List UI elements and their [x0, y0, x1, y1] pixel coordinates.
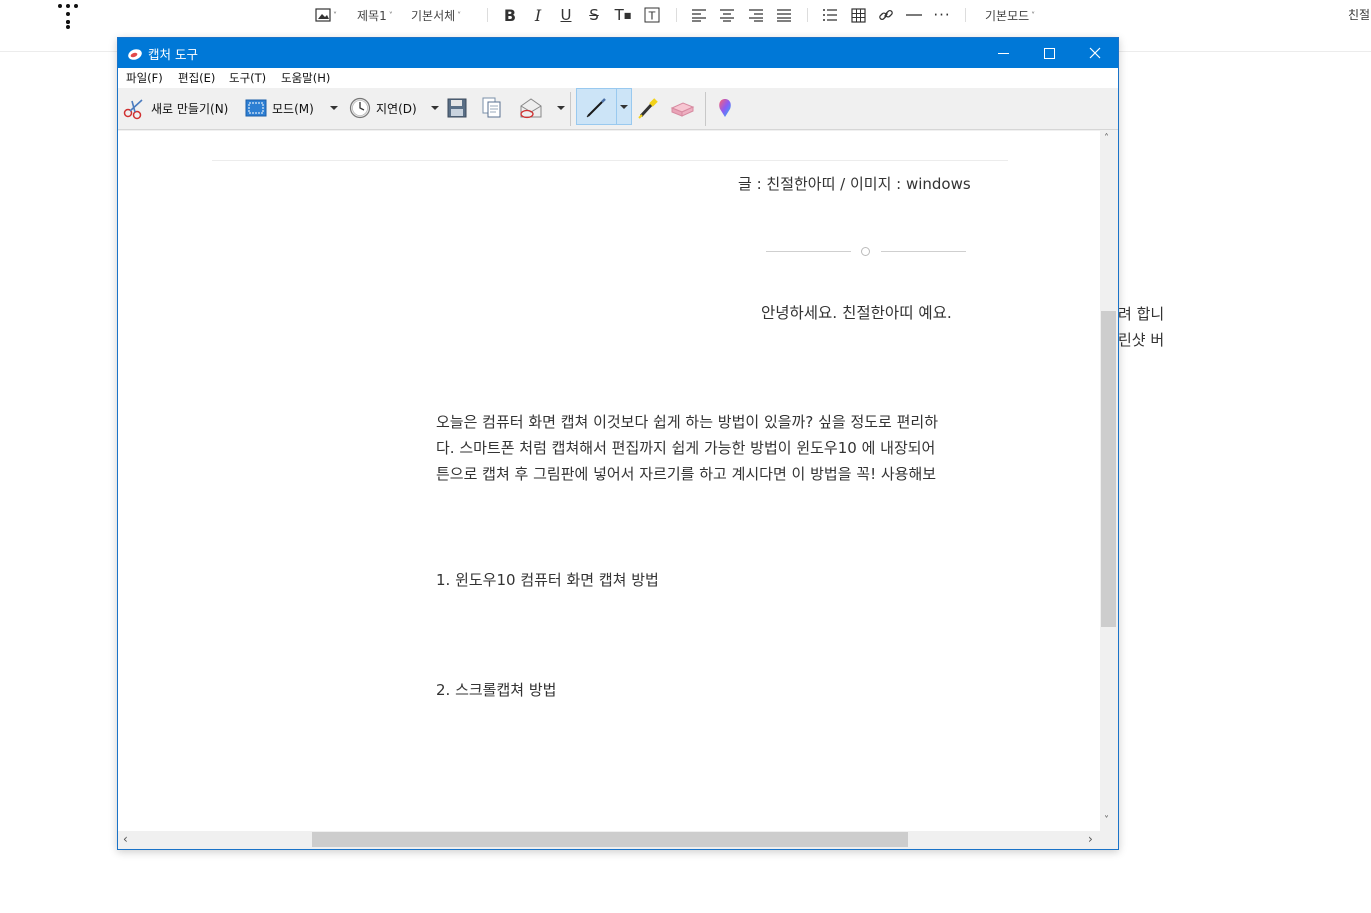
strikethrough-icon[interactable]: S: [583, 4, 605, 26]
delay-label: 지연(D): [376, 101, 417, 116]
intro-paragraph: 오늘은 컴퓨터 화면 캡쳐 이것보다 쉽게 하는 방법이 있을까? 싶을 정도로…: [436, 409, 1008, 487]
rectangle-snip-icon: [245, 99, 267, 117]
send-snip-button[interactable]: [518, 96, 544, 120]
snip-canvas: 글 : 친절한아띠 / 이미지 : windows 안녕하세요. 친절한아띠 예…: [118, 131, 1100, 831]
menu-edit[interactable]: 편집(E): [178, 70, 215, 86]
toolbar-divider: [965, 8, 966, 22]
align-right-icon[interactable]: [745, 4, 767, 26]
horizontal-rule-icon[interactable]: [903, 4, 925, 26]
eraser-button[interactable]: [669, 96, 695, 120]
editor-mode-select[interactable]: 기본모드 ˅: [985, 3, 1035, 27]
snipping-tool-app-icon: [127, 46, 143, 60]
resize-grip-icon[interactable]: [1100, 831, 1117, 848]
tistory-logo-icon[interactable]: [58, 2, 82, 30]
chevron-down-icon: ˅: [388, 10, 393, 20]
scissors-icon: [123, 99, 143, 120]
table-icon[interactable]: [847, 4, 869, 26]
send-dropdown-arrow-icon[interactable]: [557, 106, 565, 110]
text-color-icon[interactable]: T ■: [612, 4, 634, 26]
chevron-down-icon: ˅: [1031, 10, 1036, 20]
save-snip-button[interactable]: [447, 96, 467, 120]
highlighter-button[interactable]: [637, 96, 659, 120]
toolbar-divider: [487, 8, 488, 22]
pen-dropdown-arrow-icon[interactable]: [620, 105, 628, 109]
background-text-line: 린샷 버: [1118, 331, 1165, 349]
divider-line-left: [766, 251, 851, 252]
toolbar-divider: [676, 8, 677, 22]
toolbar-divider: [807, 8, 808, 22]
paint3d-icon: [719, 99, 731, 117]
copy-button[interactable]: [482, 96, 502, 120]
greeting-text: 안녕하세요. 친절한아띠 예요.: [761, 304, 952, 322]
save-icon: [447, 98, 467, 118]
align-left-icon[interactable]: [688, 4, 710, 26]
bold-icon[interactable]: B: [499, 4, 521, 26]
font-select-label: 기본서체: [411, 8, 456, 23]
section-heading-2: 2. 스크롤캡쳐 방법: [436, 681, 557, 699]
toolbar-separator: [705, 92, 706, 126]
toolbar-separator: [570, 92, 571, 126]
snipping-tool-window: 캡처 도구 파일(F) 편집(E) 도구(T) 도움말(H) 새로 만들기(N): [117, 37, 1119, 850]
horizontal-scrollbar[interactable]: ‹ ›: [118, 831, 1100, 848]
font-select[interactable]: 기본서체 ˅: [411, 3, 461, 27]
pen-tool-button[interactable]: [576, 88, 632, 125]
copy-icon: [482, 97, 501, 118]
divider-line-right: [881, 251, 966, 252]
more-icon[interactable]: ···: [931, 4, 953, 26]
vertical-scrollbar[interactable]: ˄ ˅: [1100, 131, 1117, 831]
image-insert-icon[interactable]: ˅: [315, 4, 337, 26]
svg-text:T: T: [648, 10, 656, 23]
window-title: 캡처 도구: [148, 47, 198, 62]
paragraph-line: 다. 스마트폰 처럼 캡쳐해서 편집까지 쉽게 가능한 방법이 윈도우10 에 …: [436, 439, 936, 457]
title-bar[interactable]: 캡처 도구: [118, 38, 1118, 68]
new-snip-label: 새로 만들기(N): [151, 101, 229, 116]
heading-select[interactable]: 제목1 ˅: [357, 3, 393, 27]
heading-select-label: 제목1: [357, 8, 387, 23]
snip-toolbar: 새로 만들기(N) 모드(M) 지연(D): [118, 88, 1118, 130]
divider-circle: [861, 247, 870, 256]
paragraph-line: 오늘은 컴퓨터 화면 캡쳐 이것보다 쉽게 하는 방법이 있을까? 싶을 정도로…: [436, 413, 939, 431]
align-center-icon[interactable]: [716, 4, 738, 26]
italic-icon[interactable]: I: [527, 4, 549, 26]
bullet-list-icon[interactable]: [819, 4, 841, 26]
send-mail-icon: [520, 98, 542, 119]
delay-button[interactable]: 지연(D): [349, 96, 417, 120]
minimize-button[interactable]: [980, 38, 1026, 68]
pen-split-divider: [616, 89, 617, 124]
chevron-down-icon: ˅: [457, 10, 462, 20]
highlighter-icon: [638, 98, 658, 119]
scroll-left-icon[interactable]: ‹: [123, 832, 128, 846]
clock-icon: [349, 97, 371, 119]
paint3d-button[interactable]: [715, 96, 735, 120]
editor-mode-label: 기본모드: [985, 8, 1030, 23]
mode-label: 모드(M): [272, 101, 314, 116]
credit-text: 글 : 친절한아띠 / 이미지 : windows: [738, 175, 971, 193]
mode-button[interactable]: 모드(M): [245, 96, 314, 120]
scroll-up-icon[interactable]: ˄: [1104, 133, 1109, 144]
close-button[interactable]: [1072, 38, 1118, 68]
delay-dropdown-arrow-icon[interactable]: [431, 106, 439, 110]
new-snip-button[interactable]: 새로 만들기(N): [122, 96, 228, 120]
scroll-down-icon[interactable]: ˅: [1104, 815, 1109, 826]
mode-dropdown-arrow-icon[interactable]: [330, 106, 338, 110]
eraser-icon: [670, 102, 695, 117]
content-top-rule: [212, 160, 1008, 161]
horizontal-scroll-thumb[interactable]: [312, 832, 908, 847]
menu-tools[interactable]: 도구(T): [229, 70, 266, 86]
align-justify-icon[interactable]: [773, 4, 795, 26]
paragraph-line: 튼으로 캡쳐 후 그림판에 넣어서 자르기를 하고 계시다면 이 방법을 꼭! …: [436, 465, 937, 483]
maximize-button[interactable]: [1026, 38, 1072, 68]
link-icon[interactable]: [875, 4, 897, 26]
scroll-right-icon[interactable]: ›: [1088, 832, 1093, 846]
menu-bar: 파일(F) 편집(E) 도구(T) 도움말(H): [118, 68, 1118, 88]
vertical-scroll-thumb[interactable]: [1101, 311, 1116, 627]
text-background-icon[interactable]: T: [641, 4, 663, 26]
menu-file[interactable]: 파일(F): [126, 70, 163, 86]
underline-icon[interactable]: U: [555, 4, 577, 26]
menu-help[interactable]: 도움말(H): [281, 70, 330, 86]
section-heading-1: 1. 윈도우10 컴퓨터 화면 캡쳐 방법: [436, 571, 659, 589]
editor-right-text[interactable]: 친절: [1348, 6, 1370, 23]
pen-icon: [586, 98, 606, 118]
background-text-line: 려 합니: [1118, 305, 1165, 323]
